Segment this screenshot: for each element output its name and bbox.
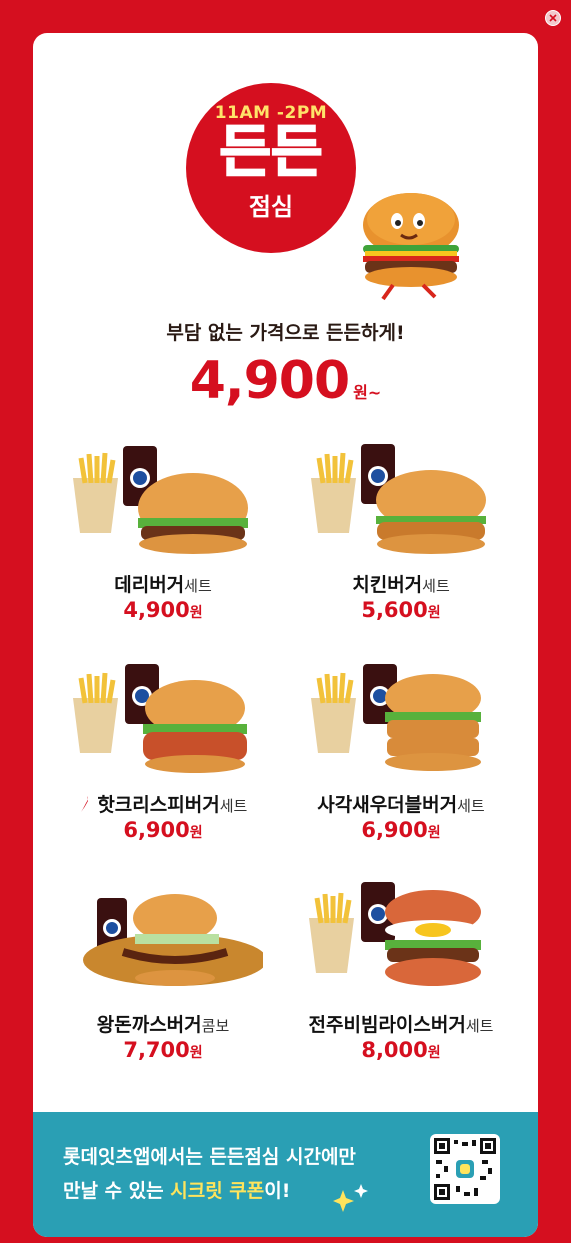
menu-item[interactable]: 치킨버거세트 5,600원 xyxy=(281,438,521,653)
menu-price: 8,000원 xyxy=(361,1038,441,1062)
burger-set-image xyxy=(309,882,481,986)
close-icon xyxy=(549,14,557,22)
burger-mascot-icon xyxy=(363,193,459,301)
menu-name: 전주비빔라이스버거세트 xyxy=(308,1014,494,1036)
banner-line-1: 롯데잇츠앱에서는 든든점심 시간에만 xyxy=(63,1146,356,1168)
tagline: 부담 없는 가격으로 든든하게! xyxy=(166,322,405,344)
menu-name: 치킨버거세트 xyxy=(352,574,450,596)
start-price-unit: 원~ xyxy=(353,383,382,402)
start-price-value: 4,900 xyxy=(189,351,350,411)
menu-item[interactable]: 데리버거세트 4,900원 xyxy=(43,438,283,653)
menu-price: 4,900원 xyxy=(123,598,203,622)
close-button[interactable] xyxy=(545,10,561,26)
menu-name: 왕돈까스버거콤보 xyxy=(96,1014,230,1036)
burger-set-image xyxy=(311,664,481,771)
hero-badge: 11AM -2PM 든든 점심 xyxy=(186,83,356,253)
menu-price: 7,700원 xyxy=(123,1038,203,1062)
hero-subtitle: 점심 xyxy=(248,193,294,221)
menu-item[interactable]: 전주비빔라이스버거세트 8,000원 xyxy=(281,878,521,1093)
burger-set-image xyxy=(73,446,248,554)
banner-text: 롯데잇츠앱에서는 든든점심 시간에만 만날 수 있는 시크릿 쿠폰이! xyxy=(63,1140,356,1208)
qr-code-icon xyxy=(434,1138,496,1200)
menu-item[interactable]: 핫크리스피버거세트 6,900원 xyxy=(43,658,283,873)
burger-combo-image xyxy=(83,894,263,986)
burger-set-image xyxy=(73,664,247,773)
start-price: 4,900 원~ xyxy=(33,351,538,411)
menu-price: 6,900원 xyxy=(361,818,441,842)
menu-item[interactable]: 사각새우더블버거세트 6,900원 xyxy=(281,658,521,873)
qr-code[interactable] xyxy=(430,1134,500,1204)
banner-line-2: 만날 수 있는 시크릿 쿠폰이! xyxy=(63,1180,291,1202)
menu-name: 데리버거세트 xyxy=(114,574,212,596)
menu-price: 5,600원 xyxy=(361,598,441,622)
menu-name: 사각새우더블버거세트 xyxy=(317,794,485,816)
secret-coupon-highlight: 시크릿 쿠폰 xyxy=(170,1180,265,1202)
menu-name: 핫크리스피버거세트 xyxy=(43,790,283,817)
burger-set-image xyxy=(311,444,486,554)
menu-price: 6,900원 xyxy=(123,818,203,842)
hero-title: 든든 xyxy=(218,120,323,185)
app-coupon-banner[interactable]: 롯데잇츠앱에서는 든든점심 시간에만 만날 수 있는 시크릿 쿠폰이! xyxy=(33,1112,538,1237)
chili-icon xyxy=(80,796,88,812)
promo-card: 11AM -2PM 든든 점심 부담 없는 가격으로 든든하게! 4,900 원~ xyxy=(33,33,538,1237)
sparkle-icon xyxy=(333,1184,368,1212)
menu-item[interactable]: 왕돈까스버거콤보 7,700원 xyxy=(43,878,283,1093)
